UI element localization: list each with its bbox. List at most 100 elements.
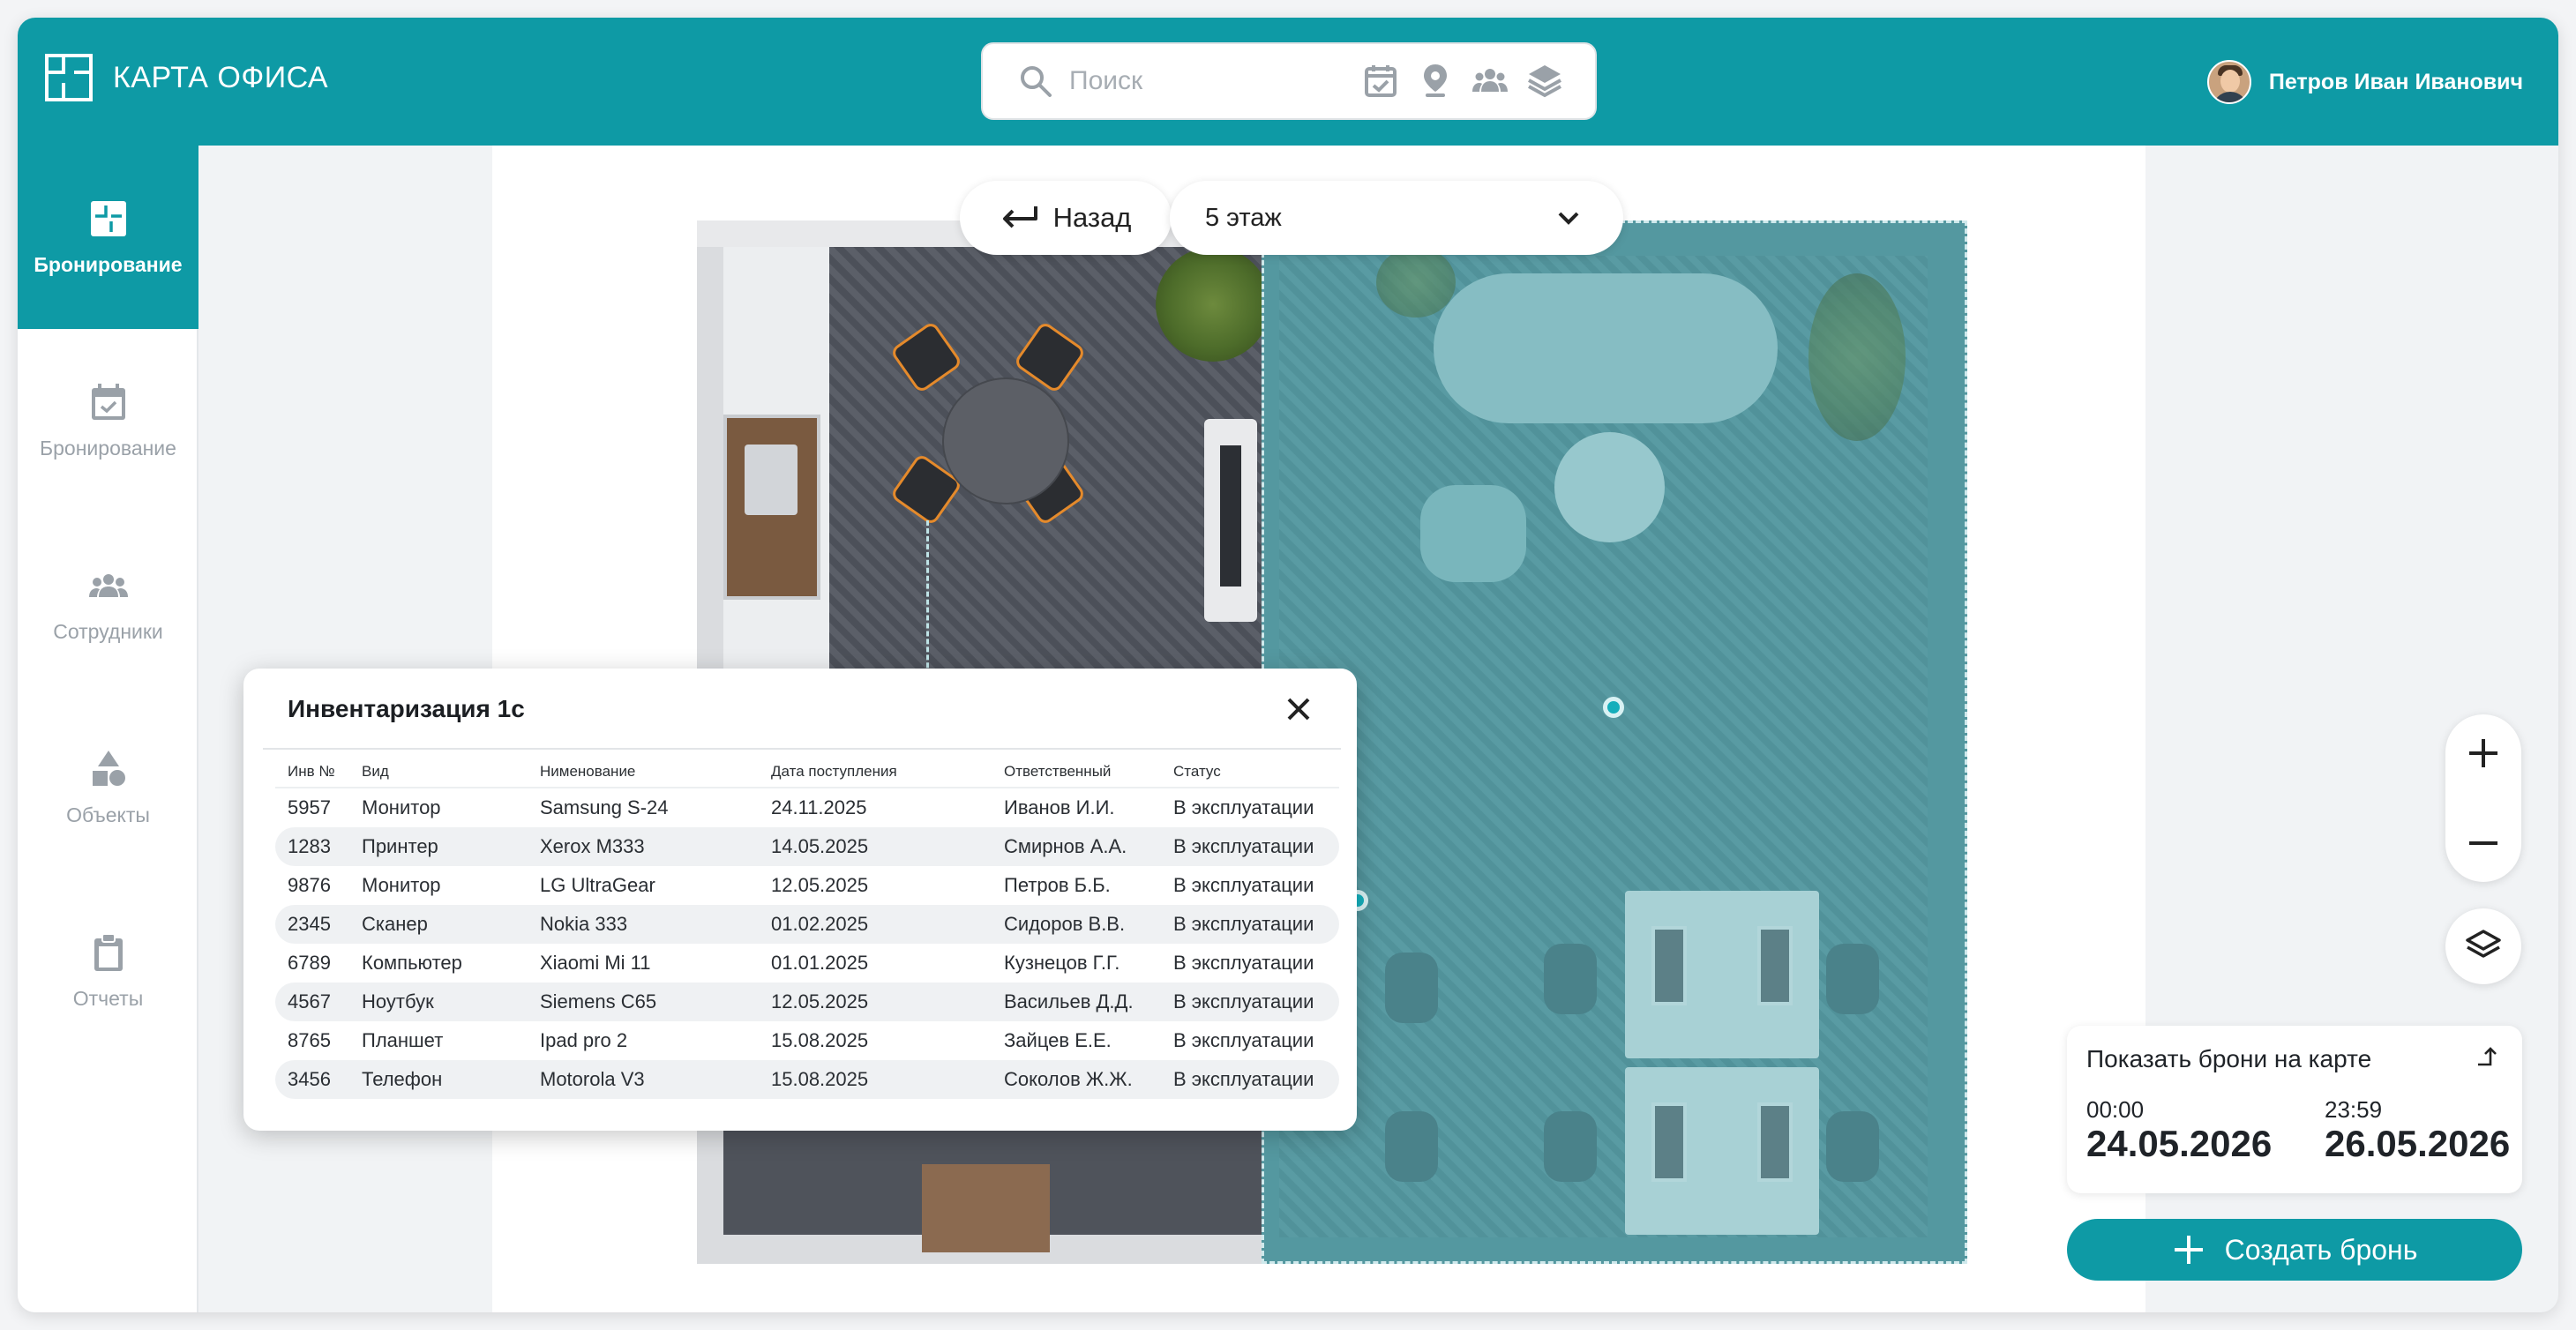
cell-responsible: Васильев Д.Д. xyxy=(992,983,1161,1021)
cell-date: 01.01.2025 xyxy=(771,952,869,974)
table-row[interactable]: 4567 Ноутбук Siemens C65 12.05.2025 Васи… xyxy=(275,983,1339,1021)
cell-type: Монитор xyxy=(362,796,441,818)
cell-date: 12.05.2025 xyxy=(759,983,992,1021)
layers-button[interactable] xyxy=(2445,908,2521,984)
cell-inv-number: 5957 xyxy=(288,796,331,818)
column-header[interactable]: Вид xyxy=(349,757,528,788)
table-row[interactable]: 5957 Монитор Samsung S-24 24.11.2025 Ива… xyxy=(275,788,1339,827)
calendar-check-icon[interactable] xyxy=(1362,62,1399,99)
cell-inv-number: 2345 xyxy=(275,905,349,944)
create-booking-button[interactable]: Создать бронь xyxy=(2067,1219,2522,1281)
inventory-table: Инв № Вид Нименование Дата поступления О… xyxy=(275,757,1339,1099)
zoom-control xyxy=(2445,714,2521,882)
table-row[interactable]: 3456 Телефон Motorola V3 15.08.2025 Соко… xyxy=(275,1060,1339,1099)
user-name: Петров Иван Иванович xyxy=(2268,69,2523,94)
floorplan-icon xyxy=(90,200,126,236)
table-row[interactable]: 2345 Сканер Nokia 333 01.02.2025 Сидоров… xyxy=(275,905,1339,944)
cell-date: 15.08.2025 xyxy=(771,1029,869,1051)
end-time[interactable]: 23:59 xyxy=(2325,1096,2382,1124)
cell-status: В эксплуатации xyxy=(1173,874,1314,896)
column-header[interactable]: Нименование xyxy=(528,757,759,788)
column-header[interactable]: Дата поступления xyxy=(759,757,992,788)
column-header[interactable]: Ответственный xyxy=(992,757,1161,788)
corner-arrow-icon[interactable] xyxy=(2475,1043,2501,1070)
table-row[interactable]: 8765 Планшет Ipad pro 2 15.08.2025 Зайце… xyxy=(275,1021,1339,1060)
cell-inv-number: 4567 xyxy=(275,983,349,1021)
app-title: КАРТА ОФИСА xyxy=(113,60,329,94)
sidebar: Бронирование Бронирование Сотрудники Объ… xyxy=(18,146,198,1312)
layers-icon[interactable] xyxy=(1526,62,1563,99)
cell-type: Компьютер xyxy=(362,952,462,974)
start-time[interactable]: 00:00 xyxy=(2086,1096,2144,1124)
room-selection-highlight xyxy=(1262,220,1967,1264)
cell-inv-number: 9876 xyxy=(288,874,331,896)
bookings-filter-card: Показать брони на карте 00:00 24.05.2026… xyxy=(2067,1026,2522,1193)
column-header[interactable]: Статус xyxy=(1161,757,1339,788)
cell-type: Планшет xyxy=(362,1029,444,1051)
zoom-out-icon[interactable] xyxy=(2464,824,2503,863)
floor-select[interactable]: 5 этаж xyxy=(1170,181,1623,255)
inventory-title: Инвентаризация 1с xyxy=(288,695,525,722)
avatar xyxy=(2206,60,2251,104)
sidebar-item-booking-map[interactable]: Бронирование xyxy=(18,146,198,329)
table-row[interactable]: 9876 Монитор LG UltraGear 12.05.2025 Пет… xyxy=(275,866,1339,905)
sidebar-item-objects[interactable]: Объекты xyxy=(18,696,198,879)
floor-select-value: 5 этаж xyxy=(1205,203,1282,232)
search-input[interactable] xyxy=(1069,66,1334,96)
sidebar-item-label: Объекты xyxy=(66,803,150,826)
start-date[interactable]: 24.05.2026 xyxy=(2086,1123,2272,1165)
cell-name: Motorola V3 xyxy=(528,1060,759,1099)
sidebar-item-booking[interactable]: Бронирование xyxy=(18,329,198,512)
round-table[interactable] xyxy=(944,379,1067,503)
sidebar-item-label: Отчеты xyxy=(72,986,144,1010)
route-endpoint[interactable] xyxy=(1603,697,1624,718)
cell-date: 01.02.2025 xyxy=(759,905,992,944)
plus-icon xyxy=(2174,1236,2203,1264)
cell-status: В эксплуатации xyxy=(1161,1060,1339,1099)
printer-object[interactable] xyxy=(1204,419,1257,622)
floorplan-logo-icon xyxy=(45,54,93,101)
cell-name: LG UltraGear xyxy=(540,874,655,896)
cell-name: Nokia 333 xyxy=(528,905,759,944)
cell-status: В эксплуатации xyxy=(1161,905,1339,944)
app-window: КАРТА ОФИСА Поиск Петров Иван Иванович Б… xyxy=(18,18,2558,1312)
table-row[interactable]: 1283 Принтер Xerox M333 14.05.2025 Смирн… xyxy=(275,827,1339,866)
cell-responsible: Смирнов А.А. xyxy=(992,827,1161,866)
people-icon xyxy=(88,573,128,597)
cell-date: 14.05.2025 xyxy=(759,827,992,866)
cell-date: 12.05.2025 xyxy=(771,874,869,896)
zoom-in-icon[interactable] xyxy=(2464,734,2503,773)
user-profile[interactable]: Петров Иван Иванович xyxy=(2206,60,2523,104)
inventory-panel: Инвентаризация 1с Инв № Вид Нименование … xyxy=(243,669,1357,1131)
kitchen-counter xyxy=(723,415,820,600)
layers-icon xyxy=(2466,930,2501,958)
sidebar-item-label: Бронирование xyxy=(40,436,176,460)
room-open-space[interactable] xyxy=(1262,220,1967,1264)
column-header[interactable]: Инв № xyxy=(275,757,349,788)
cell-responsible: Сидоров В.В. xyxy=(992,905,1161,944)
cell-name: Siemens C65 xyxy=(528,983,759,1021)
cell-responsible: Иванов И.И. xyxy=(1004,796,1115,818)
return-arrow-icon xyxy=(1002,206,1037,228)
sidebar-item-employees[interactable]: Сотрудники xyxy=(18,512,198,696)
close-icon[interactable] xyxy=(1283,693,1314,725)
cell-date: 24.11.2025 xyxy=(771,796,867,818)
cell-inv-number: 6789 xyxy=(288,952,331,974)
table-row[interactable]: 6789 Компьютер Xiaomi Mi 11 01.01.2025 К… xyxy=(275,944,1339,983)
cell-status: В эксплуатации xyxy=(1173,952,1314,974)
cell-name: Xiaomi Mi 11 xyxy=(540,952,651,974)
cell-status: В эксплуатации xyxy=(1161,983,1339,1021)
sidebar-item-reports[interactable]: Отчеты xyxy=(18,879,198,1063)
cell-date: 15.08.2025 xyxy=(759,1060,992,1099)
people-icon[interactable] xyxy=(1471,62,1509,99)
clipboard-icon xyxy=(94,932,123,971)
end-date[interactable]: 26.05.2026 xyxy=(2325,1123,2510,1165)
location-pin-icon[interactable] xyxy=(1417,62,1454,99)
cell-type: Ноутбук xyxy=(349,983,528,1021)
cell-name: Ipad pro 2 xyxy=(540,1029,628,1051)
back-button[interactable]: Назад xyxy=(960,181,1172,255)
chevron-down-icon xyxy=(1558,212,1579,225)
sidebar-item-label: Сотрудники xyxy=(53,619,163,643)
app-logo[interactable]: КАРТА ОФИСА xyxy=(44,53,328,102)
create-booking-label: Создать бронь xyxy=(2224,1233,2418,1266)
